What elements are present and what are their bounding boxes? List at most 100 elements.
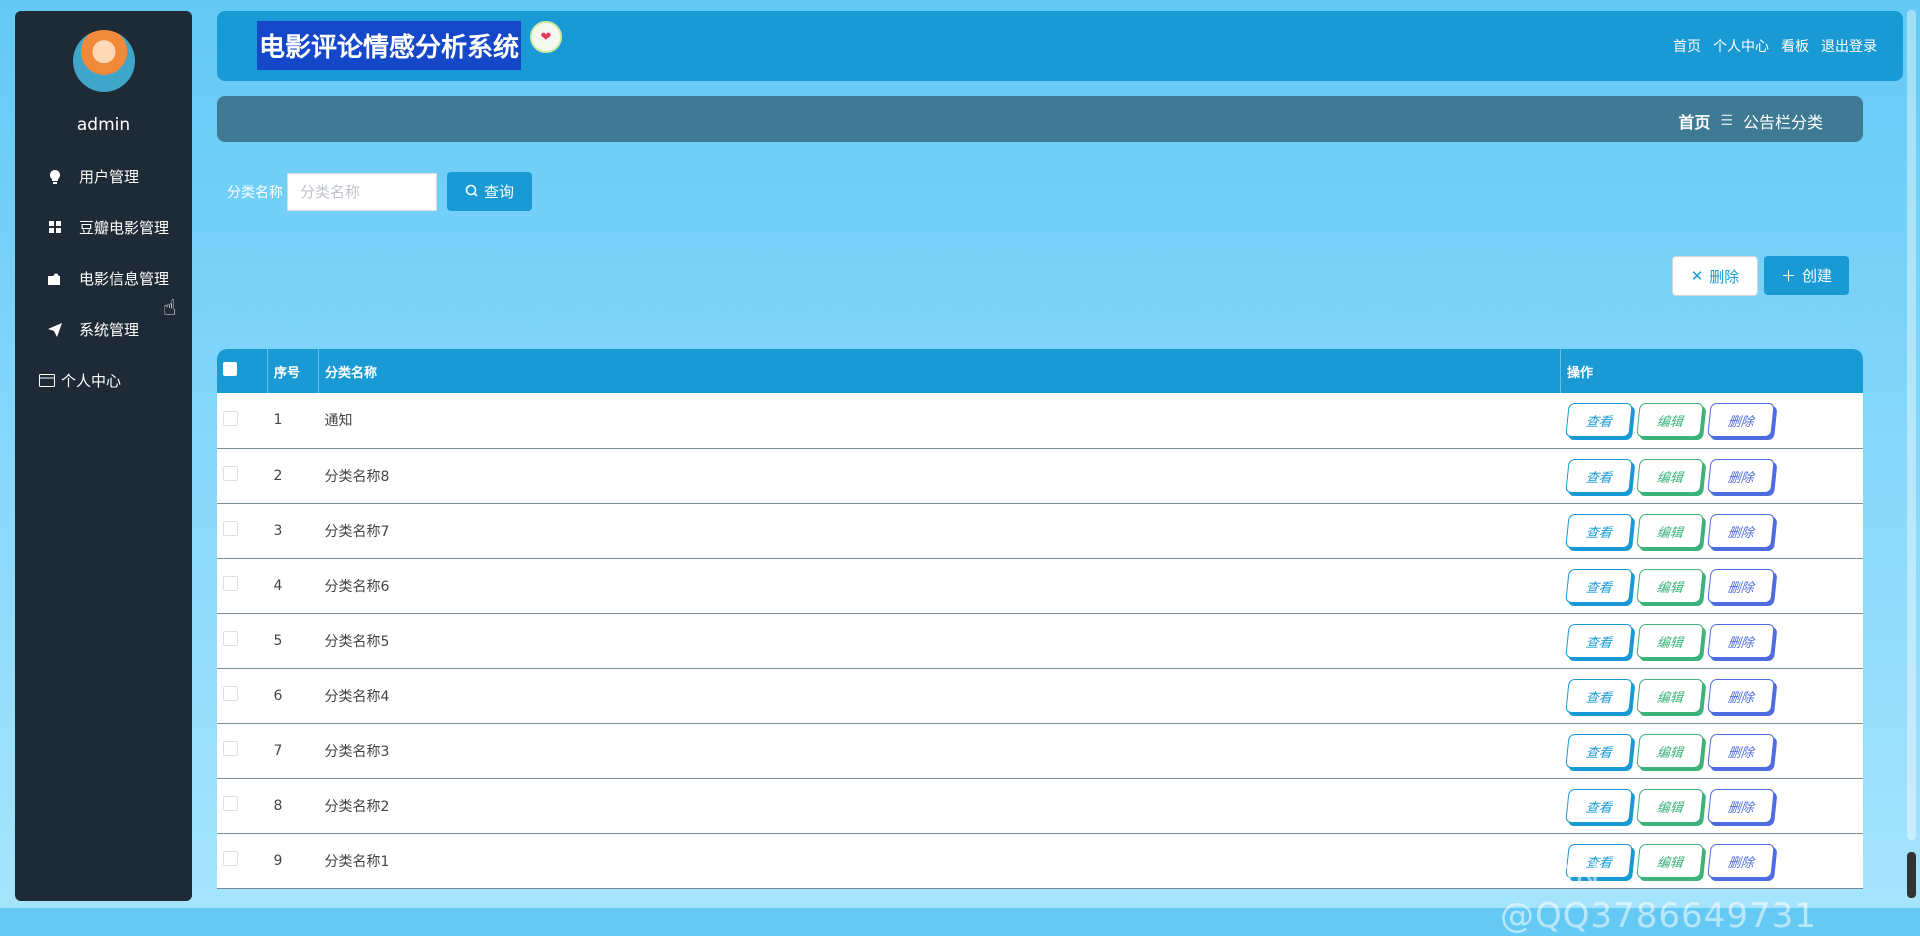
table-row: 1 通知 查看 编辑 删除: [217, 393, 1863, 448]
breadcrumb-current: 公告栏分类: [1742, 113, 1823, 132]
row-actions: 查看 编辑 删除: [1561, 503, 1864, 558]
sidebar-menu: 用户管理 豆瓣电影管理 电影信息管理 系统管理 个人中心: [15, 151, 192, 406]
table-header-row: 序号 分类名称 操作: [217, 349, 1863, 393]
batch-delete-label: 删除: [1709, 267, 1740, 286]
edit-button[interactable]: 编辑: [1635, 568, 1704, 603]
row-category-name: 分类名称5: [324, 633, 390, 650]
delete-button[interactable]: 删除: [1706, 403, 1775, 438]
search-button[interactable]: 查询: [447, 172, 532, 211]
row-actions: 查看 编辑 删除: [1561, 393, 1864, 448]
create-label: 创建: [1802, 267, 1833, 285]
edit-button[interactable]: 编辑: [1635, 403, 1704, 438]
select-all-checkbox[interactable]: [223, 362, 237, 376]
row-actions: 查看 编辑 删除: [1561, 668, 1864, 723]
batch-delete-button[interactable]: ✕ 删除: [1672, 256, 1758, 296]
edit-button[interactable]: 编辑: [1635, 623, 1704, 658]
view-button[interactable]: 查看: [1564, 513, 1633, 548]
breadcrumb: 首页 ☰ 公告栏分类: [1678, 109, 1823, 133]
logo-icon: ❤: [530, 21, 562, 53]
category-table: 序号 分类名称 操作 1 通知 查看 编辑 删除 2 分类名称8 查看 编辑 删除 3 分类名称7 查看…: [217, 349, 1863, 889]
delete-button[interactable]: 删除: [1706, 623, 1775, 658]
sidebar-item-user-management[interactable]: 用户管理: [15, 151, 192, 202]
top-header: 电影评论情感分析系统 ❤ 首页 个人中心 看板 退出登录: [217, 11, 1903, 81]
table-row: 8 分类名称2 查看 编辑 删除: [217, 778, 1863, 833]
view-button[interactable]: 查看: [1564, 568, 1633, 603]
row-select-cell: [217, 448, 268, 503]
row-select-cell: [217, 778, 268, 833]
scrollbar-thumb[interactable]: [1907, 852, 1916, 898]
sidebar-item-douban-movies[interactable]: 豆瓣电影管理: [15, 202, 192, 253]
row-select-cell: [217, 833, 268, 888]
view-button[interactable]: 查看: [1564, 458, 1633, 493]
username: admin: [76, 115, 131, 135]
search-icon: [465, 183, 478, 201]
nav-home[interactable]: 首页: [1673, 36, 1701, 56]
sidebar-item-personal[interactable]: 个人中心: [15, 355, 192, 406]
row-checkbox[interactable]: [223, 576, 238, 591]
search-input[interactable]: [287, 172, 437, 211]
delete-button[interactable]: 删除: [1706, 678, 1775, 713]
table-row: 7 分类名称3 查看 编辑 删除: [217, 723, 1863, 778]
row-category-name: 分类名称3: [324, 743, 390, 760]
row-index: 8: [273, 797, 283, 814]
row-checkbox[interactable]: [223, 410, 238, 426]
row-actions: 查看 编辑 删除: [1561, 558, 1864, 613]
edit-button[interactable]: 编辑: [1635, 678, 1704, 713]
row-category-name: 分类名称7: [324, 523, 390, 540]
row-index: 6: [273, 687, 283, 704]
row-category-name: 分类名称6: [324, 578, 390, 595]
edit-button[interactable]: 编辑: [1635, 513, 1704, 548]
row-select-cell: [217, 723, 268, 778]
delete-button[interactable]: 删除: [1706, 733, 1775, 768]
view-button[interactable]: 查看: [1564, 733, 1633, 768]
card-icon: [37, 371, 57, 391]
nav-logout[interactable]: 退出登录: [1821, 36, 1877, 56]
search-label: 分类名称: [227, 184, 283, 201]
row-checkbox[interactable]: [223, 851, 238, 866]
nav-dashboard[interactable]: 看板: [1781, 36, 1809, 56]
table-row: 4 分类名称6 查看 编辑 删除: [217, 558, 1863, 613]
delete-button[interactable]: 删除: [1706, 458, 1775, 493]
row-checkbox[interactable]: [223, 631, 238, 646]
row-actions: 查看 编辑 删除: [1561, 723, 1864, 778]
delete-button[interactable]: 删除: [1706, 788, 1775, 823]
view-button[interactable]: 查看: [1564, 678, 1633, 713]
view-button[interactable]: 查看: [1564, 788, 1633, 823]
edit-button[interactable]: 编辑: [1635, 788, 1704, 823]
row-select-cell: [217, 558, 268, 613]
edit-button[interactable]: 编辑: [1635, 458, 1704, 493]
row-checkbox[interactable]: [223, 796, 238, 811]
row-checkbox[interactable]: [223, 741, 238, 756]
sidebar-item-label: 用户管理: [79, 168, 140, 186]
view-button[interactable]: 查看: [1564, 623, 1633, 658]
puzzle-icon: [45, 269, 65, 289]
view-button[interactable]: 查看: [1564, 403, 1633, 438]
row-index: 7: [273, 742, 283, 759]
row-checkbox[interactable]: [223, 521, 238, 536]
row-index: 2: [273, 467, 283, 484]
sidebar: admin 用户管理 豆瓣电影管理 电影信息管理 系统管理 个人中心: [15, 11, 192, 901]
watermark: CSDN @QQ3786649731: [1500, 856, 1817, 936]
paper-plane-icon: [45, 320, 65, 340]
edit-button[interactable]: 编辑: [1635, 733, 1704, 768]
search-row: 分类名称 查询: [227, 172, 532, 211]
row-checkbox[interactable]: [223, 466, 238, 481]
nav-personal-center[interactable]: 个人中心: [1713, 36, 1769, 56]
col-header-name: 分类名称: [318, 349, 1561, 393]
select-all-cell: [217, 349, 268, 393]
row-index: 3: [273, 522, 283, 539]
breadcrumb-home[interactable]: 首页: [1678, 109, 1710, 133]
avatar[interactable]: [73, 30, 135, 92]
delete-button[interactable]: 删除: [1706, 513, 1775, 548]
sidebar-item-label: 电影信息管理: [79, 270, 170, 288]
row-category-name: 分类名称2: [324, 798, 390, 815]
plus-icon: ＋: [1780, 267, 1796, 285]
create-button[interactable]: ＋ 创建: [1764, 256, 1849, 295]
table-row: 6 分类名称4 查看 编辑 删除: [217, 668, 1863, 723]
breadcrumb-bar: 首页 ☰ 公告栏分类: [217, 96, 1863, 142]
row-checkbox[interactable]: [223, 686, 238, 701]
page-scrollbar[interactable]: [1907, 10, 1916, 840]
sidebar-item-label: 系统管理: [79, 321, 140, 339]
row-index: 4: [273, 577, 283, 594]
delete-button[interactable]: 删除: [1706, 568, 1775, 603]
